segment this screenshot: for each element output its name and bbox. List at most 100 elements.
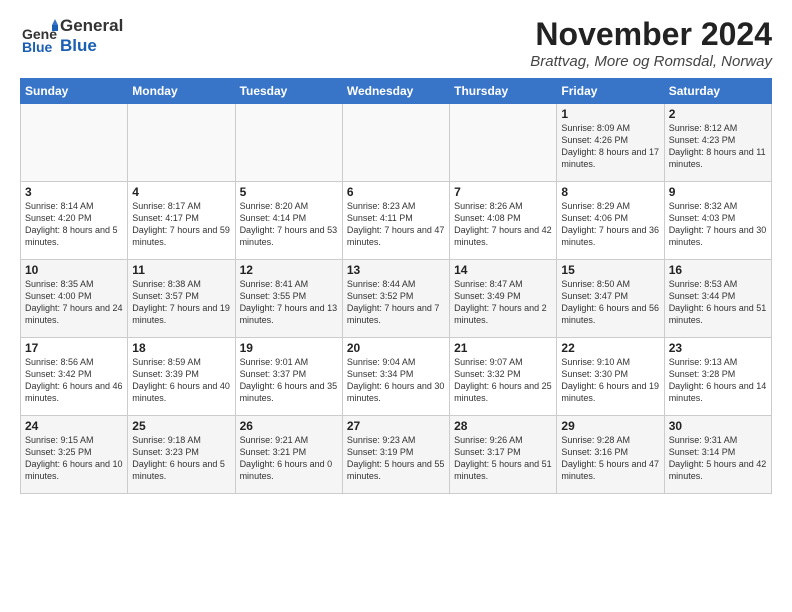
calendar-cell: 2Sunrise: 8:12 AM Sunset: 4:23 PM Daylig… [664, 104, 771, 182]
day-info: Sunrise: 8:23 AM Sunset: 4:11 PM Dayligh… [347, 200, 445, 249]
day-number: 24 [25, 419, 123, 433]
calendar-week-1: 1Sunrise: 8:09 AM Sunset: 4:26 PM Daylig… [21, 104, 772, 182]
calendar-cell: 16Sunrise: 8:53 AM Sunset: 3:44 PM Dayli… [664, 260, 771, 338]
day-info: Sunrise: 8:32 AM Sunset: 4:03 PM Dayligh… [669, 200, 767, 249]
day-info: Sunrise: 9:10 AM Sunset: 3:30 PM Dayligh… [561, 356, 659, 405]
calendar-cell: 13Sunrise: 8:44 AM Sunset: 3:52 PM Dayli… [342, 260, 449, 338]
calendar-cell: 18Sunrise: 8:59 AM Sunset: 3:39 PM Dayli… [128, 338, 235, 416]
day-number: 29 [561, 419, 659, 433]
day-info: Sunrise: 9:28 AM Sunset: 3:16 PM Dayligh… [561, 434, 659, 483]
day-info: Sunrise: 8:20 AM Sunset: 4:14 PM Dayligh… [240, 200, 338, 249]
calendar-cell: 28Sunrise: 9:26 AM Sunset: 3:17 PM Dayli… [450, 416, 557, 494]
day-number: 7 [454, 185, 552, 199]
calendar-week-4: 17Sunrise: 8:56 AM Sunset: 3:42 PM Dayli… [21, 338, 772, 416]
calendar-cell: 5Sunrise: 8:20 AM Sunset: 4:14 PM Daylig… [235, 182, 342, 260]
day-info: Sunrise: 8:56 AM Sunset: 3:42 PM Dayligh… [25, 356, 123, 405]
calendar-cell: 25Sunrise: 9:18 AM Sunset: 3:23 PM Dayli… [128, 416, 235, 494]
day-info: Sunrise: 9:18 AM Sunset: 3:23 PM Dayligh… [132, 434, 230, 483]
day-number: 16 [669, 263, 767, 277]
calendar-cell: 7Sunrise: 8:26 AM Sunset: 4:08 PM Daylig… [450, 182, 557, 260]
day-info: Sunrise: 8:47 AM Sunset: 3:49 PM Dayligh… [454, 278, 552, 327]
calendar-cell: 11Sunrise: 8:38 AM Sunset: 3:57 PM Dayli… [128, 260, 235, 338]
day-number: 2 [669, 107, 767, 121]
day-info: Sunrise: 8:59 AM Sunset: 3:39 PM Dayligh… [132, 356, 230, 405]
day-number: 17 [25, 341, 123, 355]
calendar-cell: 14Sunrise: 8:47 AM Sunset: 3:49 PM Dayli… [450, 260, 557, 338]
day-number: 1 [561, 107, 659, 121]
calendar-week-2: 3Sunrise: 8:14 AM Sunset: 4:20 PM Daylig… [21, 182, 772, 260]
header-tuesday: Tuesday [235, 79, 342, 104]
day-info: Sunrise: 8:53 AM Sunset: 3:44 PM Dayligh… [669, 278, 767, 327]
day-number: 10 [25, 263, 123, 277]
day-info: Sunrise: 9:23 AM Sunset: 3:19 PM Dayligh… [347, 434, 445, 483]
day-number: 27 [347, 419, 445, 433]
day-info: Sunrise: 8:12 AM Sunset: 4:23 PM Dayligh… [669, 122, 767, 171]
calendar-cell: 27Sunrise: 9:23 AM Sunset: 3:19 PM Dayli… [342, 416, 449, 494]
calendar-cell: 20Sunrise: 9:04 AM Sunset: 3:34 PM Dayli… [342, 338, 449, 416]
calendar-cell [235, 104, 342, 182]
calendar-week-3: 10Sunrise: 8:35 AM Sunset: 4:00 PM Dayli… [21, 260, 772, 338]
day-info: Sunrise: 8:41 AM Sunset: 3:55 PM Dayligh… [240, 278, 338, 327]
logo-blue: Blue [60, 36, 123, 56]
page: General Blue General Blue November 2024 … [0, 0, 792, 504]
calendar-cell: 3Sunrise: 8:14 AM Sunset: 4:20 PM Daylig… [21, 182, 128, 260]
calendar-cell: 24Sunrise: 9:15 AM Sunset: 3:25 PM Dayli… [21, 416, 128, 494]
calendar-cell: 19Sunrise: 9:01 AM Sunset: 3:37 PM Dayli… [235, 338, 342, 416]
day-info: Sunrise: 8:26 AM Sunset: 4:08 PM Dayligh… [454, 200, 552, 249]
day-info: Sunrise: 8:50 AM Sunset: 3:47 PM Dayligh… [561, 278, 659, 327]
calendar-cell: 12Sunrise: 8:41 AM Sunset: 3:55 PM Dayli… [235, 260, 342, 338]
calendar-cell: 1Sunrise: 8:09 AM Sunset: 4:26 PM Daylig… [557, 104, 664, 182]
calendar-cell: 6Sunrise: 8:23 AM Sunset: 4:11 PM Daylig… [342, 182, 449, 260]
day-info: Sunrise: 8:38 AM Sunset: 3:57 PM Dayligh… [132, 278, 230, 327]
calendar-cell [128, 104, 235, 182]
calendar-cell: 9Sunrise: 8:32 AM Sunset: 4:03 PM Daylig… [664, 182, 771, 260]
day-number: 12 [240, 263, 338, 277]
page-subtitle: Brattvag, More og Romsdal, Norway [530, 53, 772, 70]
day-number: 9 [669, 185, 767, 199]
calendar-cell: 4Sunrise: 8:17 AM Sunset: 4:17 PM Daylig… [128, 182, 235, 260]
calendar-cell: 8Sunrise: 8:29 AM Sunset: 4:06 PM Daylig… [557, 182, 664, 260]
day-number: 23 [669, 341, 767, 355]
logo-general: General [60, 16, 123, 36]
header-wednesday: Wednesday [342, 79, 449, 104]
day-info: Sunrise: 8:09 AM Sunset: 4:26 PM Dayligh… [561, 122, 659, 171]
day-info: Sunrise: 8:17 AM Sunset: 4:17 PM Dayligh… [132, 200, 230, 249]
calendar-cell: 10Sunrise: 8:35 AM Sunset: 4:00 PM Dayli… [21, 260, 128, 338]
day-info: Sunrise: 9:13 AM Sunset: 3:28 PM Dayligh… [669, 356, 767, 405]
day-number: 22 [561, 341, 659, 355]
header-friday: Friday [557, 79, 664, 104]
day-info: Sunrise: 9:07 AM Sunset: 3:32 PM Dayligh… [454, 356, 552, 405]
day-number: 6 [347, 185, 445, 199]
header-saturday: Saturday [664, 79, 771, 104]
day-number: 30 [669, 419, 767, 433]
calendar-cell: 30Sunrise: 9:31 AM Sunset: 3:14 PM Dayli… [664, 416, 771, 494]
calendar-cell: 23Sunrise: 9:13 AM Sunset: 3:28 PM Dayli… [664, 338, 771, 416]
calendar-cell: 21Sunrise: 9:07 AM Sunset: 3:32 PM Dayli… [450, 338, 557, 416]
calendar-cell [342, 104, 449, 182]
header-monday: Monday [128, 79, 235, 104]
day-info: Sunrise: 9:15 AM Sunset: 3:25 PM Dayligh… [25, 434, 123, 483]
calendar-cell [450, 104, 557, 182]
day-number: 19 [240, 341, 338, 355]
logo: General Blue General Blue [20, 16, 123, 55]
day-number: 25 [132, 419, 230, 433]
day-number: 8 [561, 185, 659, 199]
calendar-cell: 17Sunrise: 8:56 AM Sunset: 3:42 PM Dayli… [21, 338, 128, 416]
page-title: November 2024 [530, 16, 772, 53]
day-number: 3 [25, 185, 123, 199]
calendar-cell: 15Sunrise: 8:50 AM Sunset: 3:47 PM Dayli… [557, 260, 664, 338]
day-info: Sunrise: 9:31 AM Sunset: 3:14 PM Dayligh… [669, 434, 767, 483]
day-number: 5 [240, 185, 338, 199]
day-number: 18 [132, 341, 230, 355]
day-number: 28 [454, 419, 552, 433]
calendar-header-row: Sunday Monday Tuesday Wednesday Thursday… [21, 79, 772, 104]
day-info: Sunrise: 8:44 AM Sunset: 3:52 PM Dayligh… [347, 278, 445, 327]
day-info: Sunrise: 9:04 AM Sunset: 3:34 PM Dayligh… [347, 356, 445, 405]
day-info: Sunrise: 9:26 AM Sunset: 3:17 PM Dayligh… [454, 434, 552, 483]
day-number: 21 [454, 341, 552, 355]
header: General Blue General Blue November 2024 … [20, 16, 772, 70]
day-number: 20 [347, 341, 445, 355]
day-info: Sunrise: 9:21 AM Sunset: 3:21 PM Dayligh… [240, 434, 338, 483]
calendar-week-5: 24Sunrise: 9:15 AM Sunset: 3:25 PM Dayli… [21, 416, 772, 494]
calendar-cell: 22Sunrise: 9:10 AM Sunset: 3:30 PM Dayli… [557, 338, 664, 416]
